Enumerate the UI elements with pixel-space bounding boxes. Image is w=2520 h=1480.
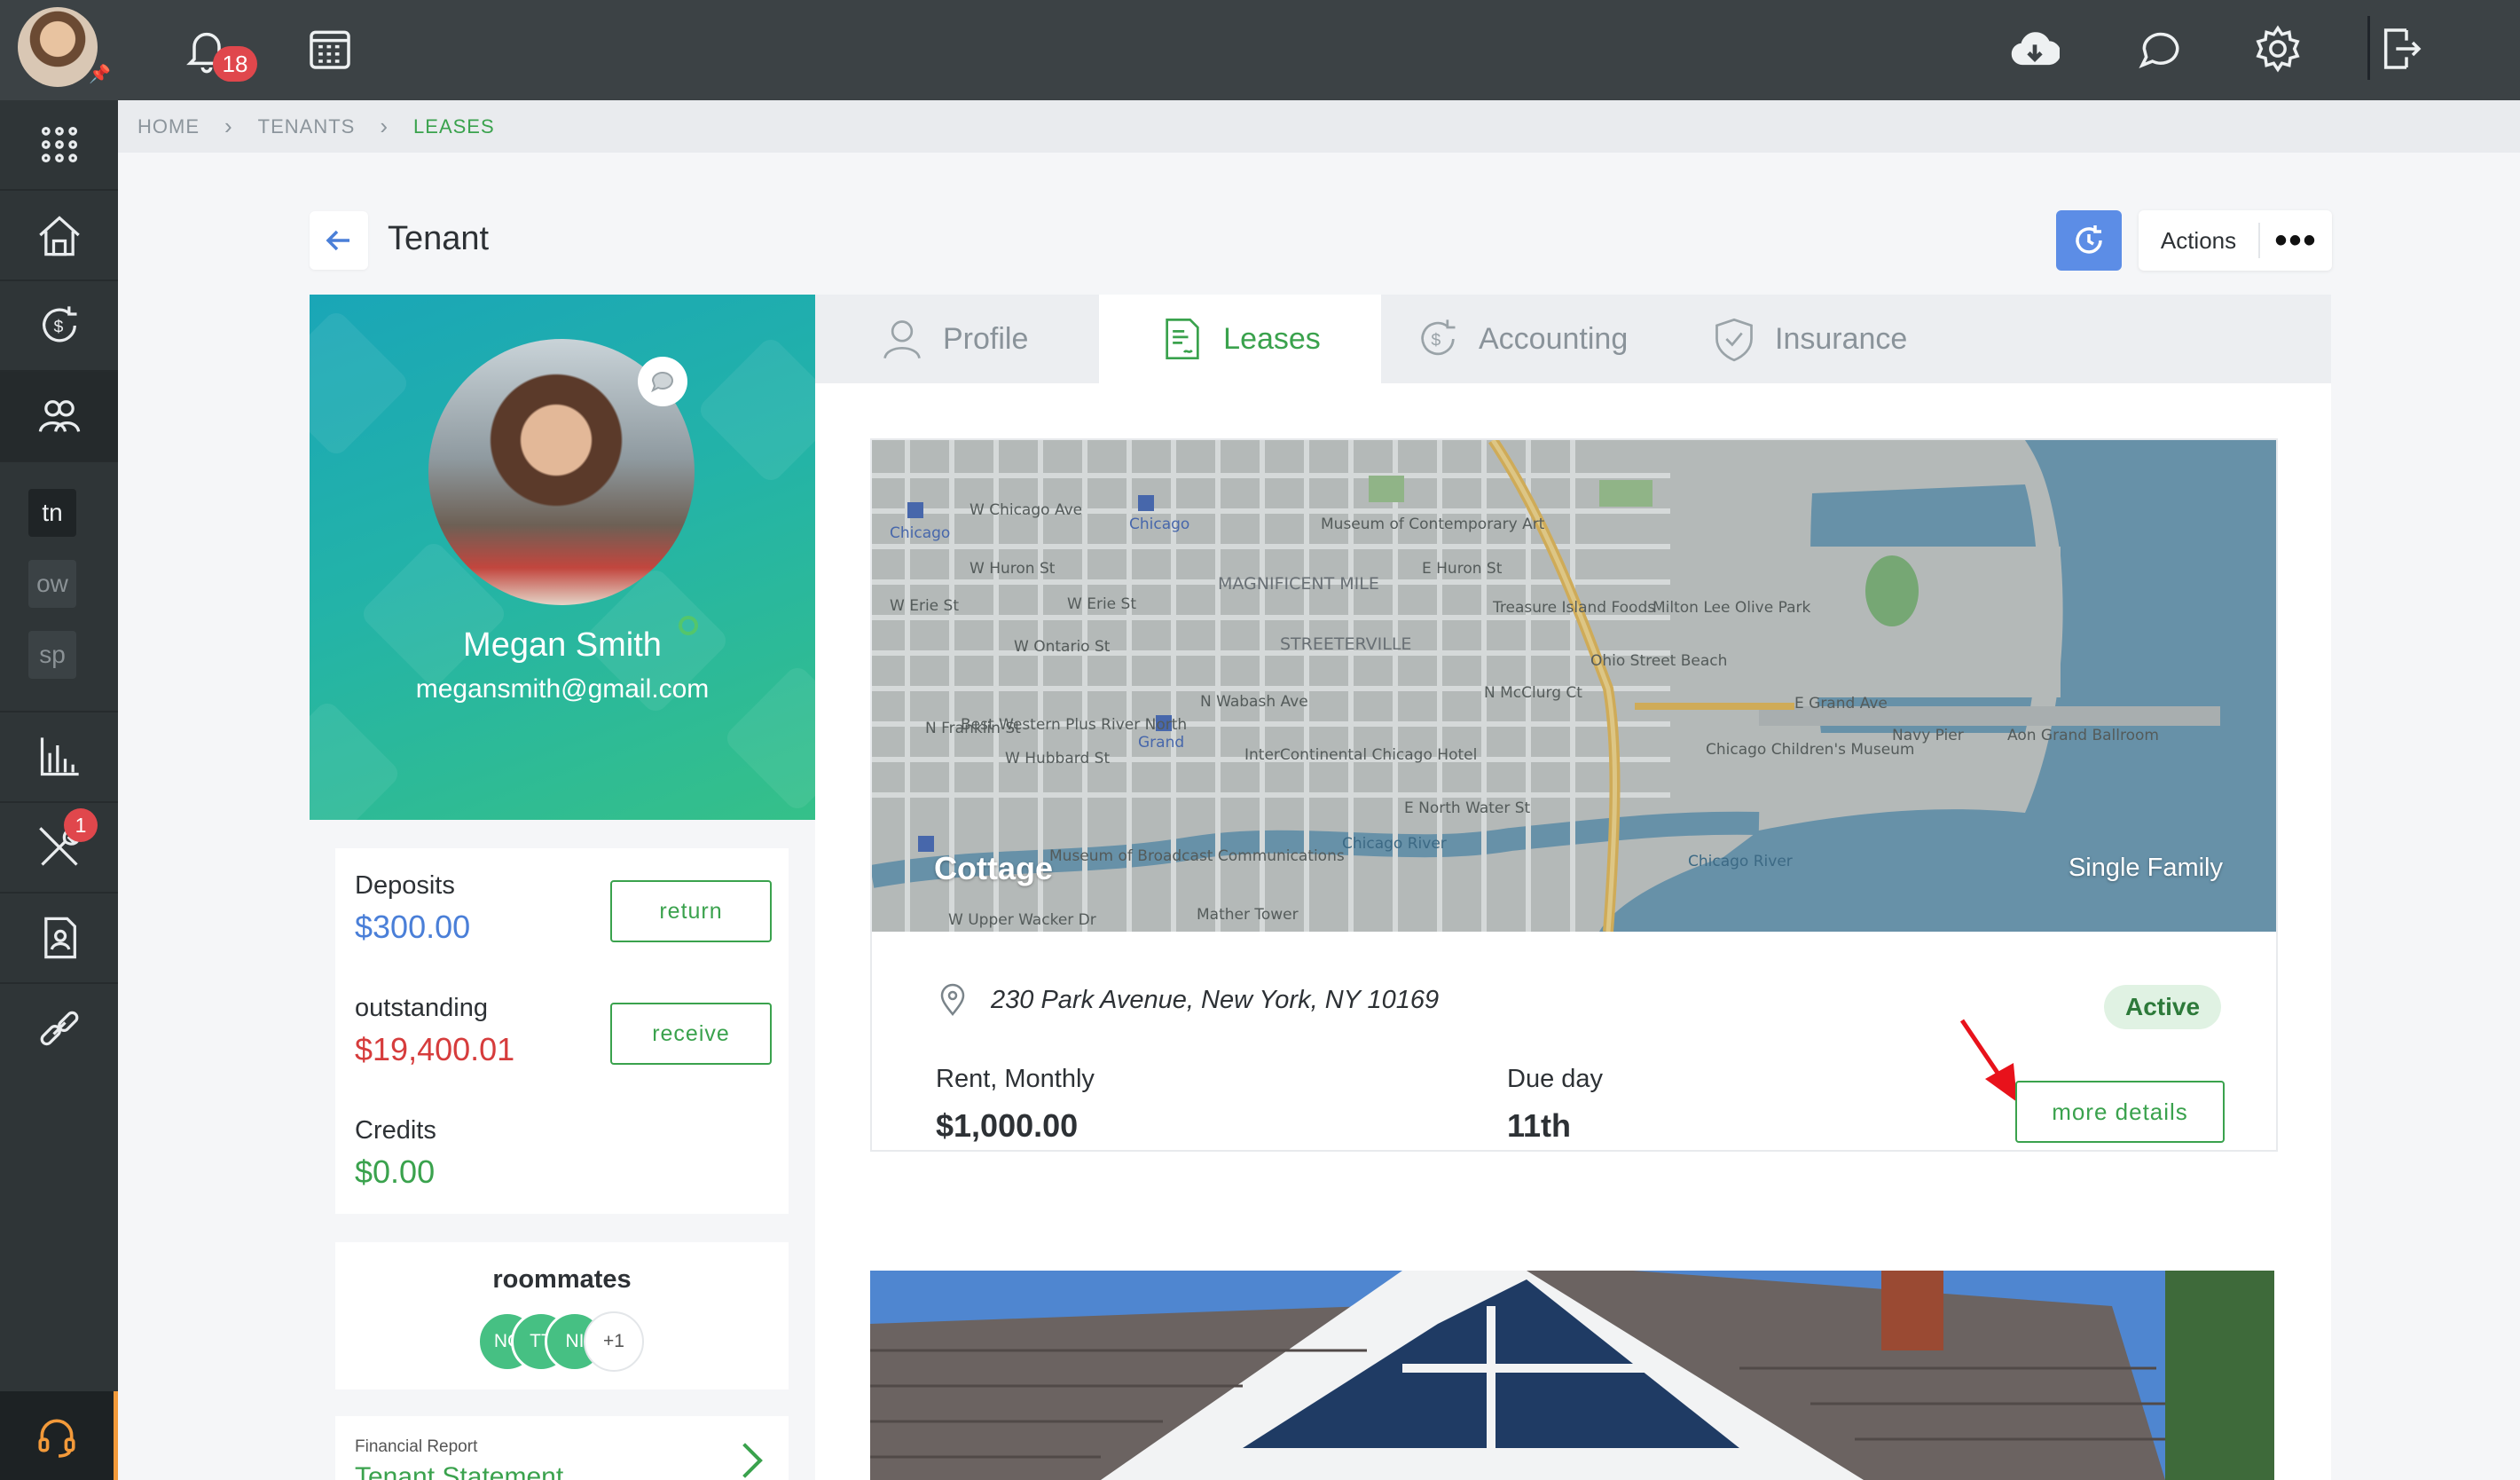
tenant-tabs: Profile Leases $ Accounting Insurance xyxy=(815,295,2331,383)
breadcrumb-tenants[interactable]: TENANTS xyxy=(258,115,356,138)
refresh-icon xyxy=(2076,225,2102,254)
property-name: Cottage xyxy=(934,850,1053,886)
shield-icon xyxy=(1715,318,1753,362)
tab-profile-label: Profile xyxy=(943,321,1029,356)
decor-shape xyxy=(310,698,403,820)
tab-insurance-label: Insurance xyxy=(1775,321,1908,356)
reports-icon[interactable] xyxy=(0,712,118,803)
decor-shape xyxy=(695,335,815,485)
lease-card: W Chicago Ave W Huron St W Erie St W Eri… xyxy=(870,438,2278,1152)
return-deposit-button[interactable]: return xyxy=(610,880,772,942)
avatar[interactable] xyxy=(18,7,98,87)
tab-leases[interactable]: Leases xyxy=(1099,295,1381,383)
top-bar: 18 xyxy=(118,0,2520,100)
current-user[interactable]: 📌 xyxy=(0,0,118,100)
credits-value: $0.00 xyxy=(355,1153,436,1190)
tab-insurance[interactable]: Insurance xyxy=(1711,295,1907,383)
breadcrumb-separator-icon: › xyxy=(380,113,389,139)
svg-text:$: $ xyxy=(1431,331,1441,350)
gear-icon[interactable] xyxy=(2249,20,2307,78)
money-cycle-icon: $ xyxy=(1421,319,1456,356)
back-button[interactable] xyxy=(310,211,368,270)
accounting-icon[interactable]: $ xyxy=(0,281,118,372)
property-icon[interactable] xyxy=(0,191,118,281)
tab-leases-label: Leases xyxy=(1223,321,1321,356)
property-photo-card[interactable] xyxy=(870,1271,2274,1480)
cloud-download-icon[interactable] xyxy=(2006,20,2064,78)
breadcrumb: HOME › TENANTS › LEASES xyxy=(118,100,2520,153)
decor-shape xyxy=(310,308,412,459)
outstanding-value: $19,400.01 xyxy=(355,1031,515,1067)
deposits-label: Deposits xyxy=(355,871,455,900)
lease-address-text: 230 Park Avenue, New York, NY 10169 xyxy=(991,985,1440,1014)
breadcrumb-leases: LEASES xyxy=(413,114,495,138)
tools-icon[interactable]: 1 xyxy=(0,803,118,894)
topbar-divider xyxy=(2367,16,2370,80)
leases-panel: W Chicago Ave W Huron St W Erie St W Eri… xyxy=(815,383,2331,1480)
due-day-value: 11th xyxy=(1507,1107,1572,1144)
tenant-email[interactable]: megansmith@gmail.com xyxy=(310,674,815,705)
chat-icon[interactable] xyxy=(2131,20,2190,78)
deposits-value: $300.00 xyxy=(355,909,471,945)
outstanding-label: outstanding xyxy=(355,994,488,1022)
calendar-icon[interactable] xyxy=(301,20,359,78)
tenant-name: Megan Smith xyxy=(463,626,662,664)
roommates-more[interactable]: +1 xyxy=(584,1311,644,1372)
workspace-chip-tn[interactable]: tn xyxy=(28,489,76,537)
tenant-profile-card: Megan Smith megansmith@gmail.com xyxy=(310,295,815,820)
financial-report-title[interactable]: Tenant Statement xyxy=(355,1462,563,1480)
more-icon[interactable]: ••• xyxy=(2260,223,2332,258)
notification-badge: 18 xyxy=(213,46,257,82)
document-icon[interactable] xyxy=(0,894,118,984)
headset-icon xyxy=(38,1419,75,1458)
lease-address: 230 Park Avenue, New York, NY 10169 xyxy=(936,983,1439,1017)
arrow-left-icon xyxy=(326,230,349,251)
maintenance-badge: 1 xyxy=(64,808,98,842)
house-photo xyxy=(870,1271,2274,1480)
refresh-button[interactable] xyxy=(2056,210,2122,271)
workspace-chip-sp[interactable]: sp xyxy=(28,631,76,679)
chevron-right-icon[interactable] xyxy=(727,1443,763,1478)
rent-value: $1,000.00 xyxy=(936,1107,1079,1144)
logout-icon[interactable] xyxy=(2371,20,2430,78)
breadcrumb-separator-icon: › xyxy=(224,113,233,139)
user-icon xyxy=(883,320,921,359)
page-title: Tenant xyxy=(388,220,490,257)
due-day-label: Due day xyxy=(1507,1065,1604,1093)
property-type: Single Family xyxy=(2068,854,2223,882)
link-icon[interactable] xyxy=(0,984,118,1073)
financial-report-subtitle: Financial Report xyxy=(355,1437,478,1456)
chat-bubble-icon xyxy=(651,372,673,393)
credits-label: Credits xyxy=(355,1116,436,1145)
rent-label: Rent, Monthly xyxy=(936,1065,1095,1093)
more-details-button[interactable]: more details xyxy=(2015,1081,2225,1143)
financial-report-card[interactable]: Financial Report Tenant Statement xyxy=(335,1416,789,1480)
apps-grid-icon[interactable] xyxy=(0,100,118,191)
breadcrumb-home[interactable]: HOME xyxy=(137,115,200,138)
tab-accounting-label: Accounting xyxy=(1479,321,1629,356)
map-graphic: W Chicago Ave W Huron St W Erie St W Eri… xyxy=(872,440,2276,932)
support-button[interactable] xyxy=(0,1391,118,1480)
location-pin-icon xyxy=(940,983,965,1016)
tab-accounting[interactable]: $ Accounting xyxy=(1415,295,1628,383)
message-tenant-button[interactable] xyxy=(638,357,687,406)
receive-payment-button[interactable]: receive xyxy=(610,1003,772,1065)
people-icon[interactable] xyxy=(0,372,118,462)
lease-document-icon xyxy=(1166,318,1199,360)
workspace-chips: tn ow sp xyxy=(0,462,118,712)
balances-card: Deposits $300.00 return outstanding $19,… xyxy=(335,848,789,1214)
roommates-title: roommates xyxy=(492,1265,632,1294)
roommates-card: roommates NC TT NI +1 xyxy=(335,1242,789,1389)
pin-icon[interactable]: 📌 xyxy=(89,66,111,83)
actions-menu[interactable]: Actions ••• xyxy=(2139,210,2332,271)
actions-label[interactable]: Actions xyxy=(2139,223,2260,258)
status-badge: Active xyxy=(2104,985,2221,1029)
property-map[interactable]: W Chicago Ave W Huron St W Erie St W Eri… xyxy=(872,440,2276,932)
tab-profile[interactable]: Profile xyxy=(879,295,1028,383)
workspace-chip-ow[interactable]: ow xyxy=(28,560,76,608)
svg-text:$: $ xyxy=(53,318,63,337)
left-rail: 📌 $ tn ow sp 1 xyxy=(0,0,118,1480)
